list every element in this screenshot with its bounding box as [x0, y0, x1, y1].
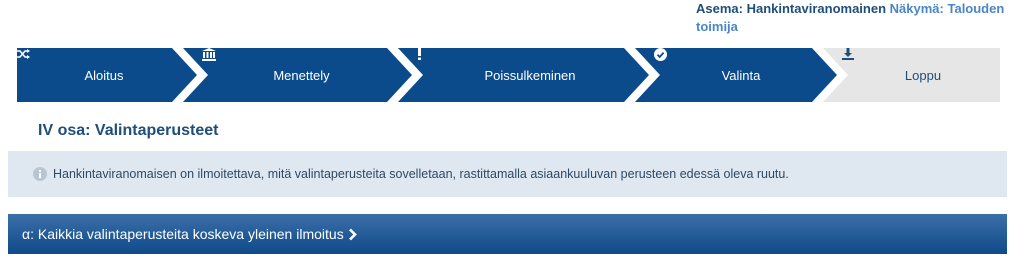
page-title: IV osa: Valintaperusteet	[38, 122, 219, 139]
step-aloitus[interactable]: Aloitus	[17, 48, 187, 102]
step-label-menettely: Menettely	[273, 67, 330, 83]
step-poissulkeminen[interactable]: Poissulkeminen	[417, 48, 639, 102]
step-label-valinta: Valinta	[721, 67, 761, 83]
progress-steps: Aloitus Menettely Poissulkeminen Valinta…	[17, 48, 1000, 102]
step-loppu[interactable]: Loppu	[842, 48, 1000, 102]
station-value: Hankintaviranomainen	[746, 1, 887, 16]
info-text: Hankintaviranomaisen on ilmoitettava, mi…	[53, 167, 789, 181]
station-label: Asema:	[696, 1, 743, 16]
view-label: Näkymä:	[889, 1, 944, 16]
step-valinta[interactable]: Valinta	[654, 48, 824, 102]
step-label-loppu: Loppu	[904, 67, 942, 83]
accordion-label: α: Kaikkia valintaperusteita koskeva yle…	[22, 226, 344, 242]
chevron-right-icon	[348, 228, 358, 241]
info-box: Hankintaviranomaisen on ilmoitettava, mi…	[8, 151, 1007, 197]
info-circle-icon	[33, 167, 47, 181]
accordion-general-statement[interactable]: α: Kaikkia valintaperusteita koskeva yle…	[8, 214, 1007, 254]
step-label-aloitus: Aloitus	[84, 67, 124, 83]
step-label-poissulkeminen: Poissulkeminen	[484, 67, 576, 83]
step-menettely[interactable]: Menettely	[202, 48, 397, 102]
role-info: Asema: Hankintaviranomainen Näkymä: Talo…	[696, 0, 1016, 36]
